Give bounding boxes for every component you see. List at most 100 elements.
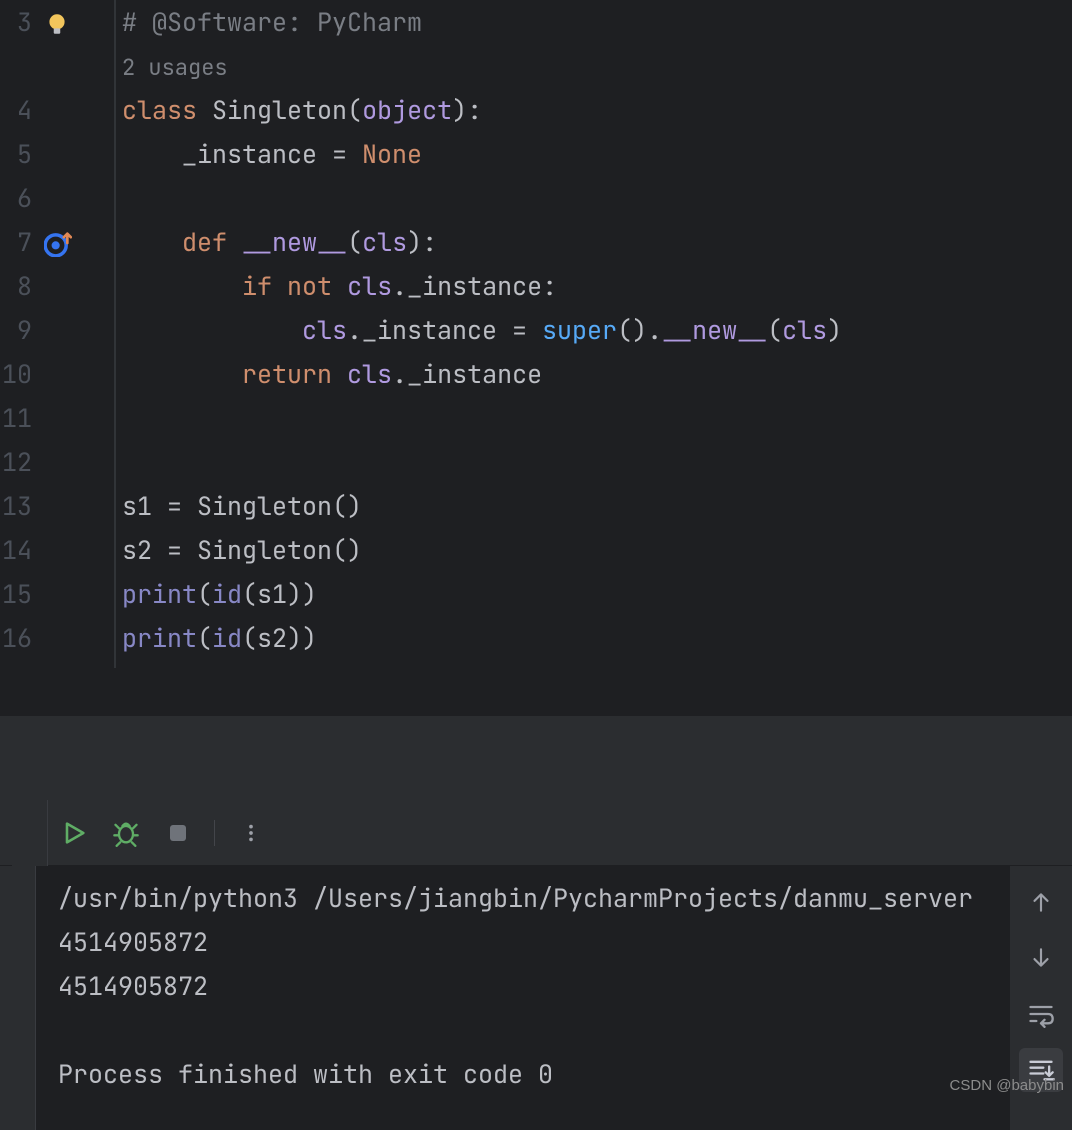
run-toolbar <box>0 800 1072 866</box>
space <box>227 225 242 259</box>
ref-cls: cls <box>782 313 827 347</box>
line-number: 6 <box>0 176 32 220</box>
run-console: /usr/bin/python3 /Users/jiangbin/Pycharm… <box>0 866 1072 1130</box>
code-line-10[interactable]: return cls._instance <box>122 352 1072 396</box>
arrow-up-icon[interactable] <box>1019 880 1063 924</box>
comment-text: PyCharm <box>317 5 422 39</box>
param-cls: cls <box>362 225 407 259</box>
indent <box>122 357 242 391</box>
console-gutter <box>0 866 36 1130</box>
code-area[interactable]: # @Software: PyCharm 2 usages class Sing… <box>116 0 1072 668</box>
debug-button[interactable] <box>106 813 146 853</box>
console-line: 4514905872 <box>58 969 208 1003</box>
attr-ref: ._instance: <box>392 269 557 303</box>
line-number: 9 <box>0 308 32 352</box>
indent <box>122 313 302 347</box>
code-editor[interactable]: 3 4 5 6 7 8 9 10 11 12 13 14 15 <box>0 0 1072 668</box>
usages-hint[interactable]: 2 usages <box>122 44 1072 88</box>
kw-return: return <box>242 357 332 391</box>
override-up-icon[interactable] <box>44 226 74 256</box>
indent <box>122 137 182 171</box>
arrow-down-icon[interactable] <box>1019 936 1063 980</box>
code-line-4[interactable]: class Singleton(object): <box>122 88 1072 132</box>
builtin-print: print <box>122 621 197 655</box>
punct: ) <box>827 313 842 347</box>
punct: ( <box>767 313 782 347</box>
punct: = <box>317 137 362 171</box>
code-line-5[interactable]: _instance = None <box>122 132 1072 176</box>
stmt: s2 = Singleton() <box>122 533 362 567</box>
punct: ( <box>347 93 362 127</box>
code-line-7[interactable]: def __new__(cls): <box>122 220 1072 264</box>
line-number: 15 <box>0 572 32 616</box>
ref-cls: cls <box>347 357 392 391</box>
panel-divider[interactable] <box>0 716 1072 800</box>
line-number: 4 <box>0 88 32 132</box>
code-line-14[interactable]: s2 = Singleton() <box>122 528 1072 572</box>
soft-wrap-icon[interactable] <box>1019 992 1063 1036</box>
line-number: 7 <box>0 220 32 264</box>
assign: ._instance = <box>347 313 542 347</box>
kw-none: None <box>362 137 422 171</box>
indent <box>122 269 242 303</box>
line-number: 11 <box>0 396 32 440</box>
stop-button[interactable] <box>158 813 198 853</box>
code-line-12[interactable] <box>122 440 1072 484</box>
console-line: /usr/bin/python3 /Users/jiangbin/Pycharm… <box>58 881 973 915</box>
line-number: 13 <box>0 484 32 528</box>
space <box>332 269 347 303</box>
punct: ( <box>197 577 212 611</box>
dunder-new: __new__ <box>662 313 767 347</box>
editor-bottom-strip <box>0 668 1072 716</box>
intention-bulb-icon[interactable] <box>44 6 74 36</box>
punct: ( <box>347 225 362 259</box>
builtin-print: print <box>122 577 197 611</box>
space <box>272 269 287 303</box>
dunder-new: __new__ <box>242 225 347 259</box>
line-number: 16 <box>0 616 32 660</box>
attr-ref: ._instance <box>392 357 542 391</box>
kw-if: if <box>242 269 272 303</box>
line-number: 5 <box>0 132 32 176</box>
builtin-id: id <box>212 577 242 611</box>
punct: ): <box>407 225 437 259</box>
base-object: object <box>362 93 452 127</box>
run-button[interactable] <box>54 813 94 853</box>
code-line-16[interactable]: print(id(s2)) <box>122 616 1072 660</box>
kw-not: not <box>287 269 332 303</box>
console-line: Process finished with exit code 0 <box>58 1057 553 1091</box>
class-name: Singleton <box>212 93 347 127</box>
line-number: 12 <box>0 440 32 484</box>
toolbar-separator <box>214 820 215 846</box>
ref-cls: cls <box>347 269 392 303</box>
line-number: 10 <box>0 352 32 396</box>
code-line-15[interactable]: print(id(s1)) <box>122 572 1072 616</box>
kw-class: class <box>122 93 197 127</box>
args: (s2)) <box>242 621 317 655</box>
usages-label: 2 usages <box>122 53 228 82</box>
code-line-8[interactable]: if not cls._instance: <box>122 264 1072 308</box>
code-line-9[interactable]: cls._instance = super().__new__(cls) <box>122 308 1072 352</box>
console-line: 4514905872 <box>58 925 208 959</box>
line-number: 8 <box>0 264 32 308</box>
more-button[interactable] <box>231 813 271 853</box>
code-line-6[interactable] <box>122 176 1072 220</box>
toolbar-left-gutter <box>12 800 48 866</box>
builtin-super: super <box>542 313 617 347</box>
code-line-11[interactable] <box>122 396 1072 440</box>
code-line-3[interactable]: # @Software: PyCharm <box>122 0 1072 44</box>
ref-cls: cls <box>302 313 347 347</box>
indent <box>122 225 182 259</box>
code-line-13[interactable]: s1 = Singleton() <box>122 484 1072 528</box>
line-number: 14 <box>0 528 32 572</box>
watermark-text: CSDN @babybin <box>950 1064 1064 1108</box>
punct: ( <box>197 621 212 655</box>
line-number: 3 <box>0 0 32 44</box>
editor-gutter: 3 4 5 6 7 8 9 10 11 12 13 14 15 <box>0 0 116 668</box>
space <box>332 357 347 391</box>
field-name: _instance <box>182 137 317 171</box>
console-output[interactable]: /usr/bin/python3 /Users/jiangbin/Pycharm… <box>36 866 1010 1130</box>
comment-text: # @Software: <box>122 5 317 39</box>
args: (s1)) <box>242 577 317 611</box>
builtin-id: id <box>212 621 242 655</box>
